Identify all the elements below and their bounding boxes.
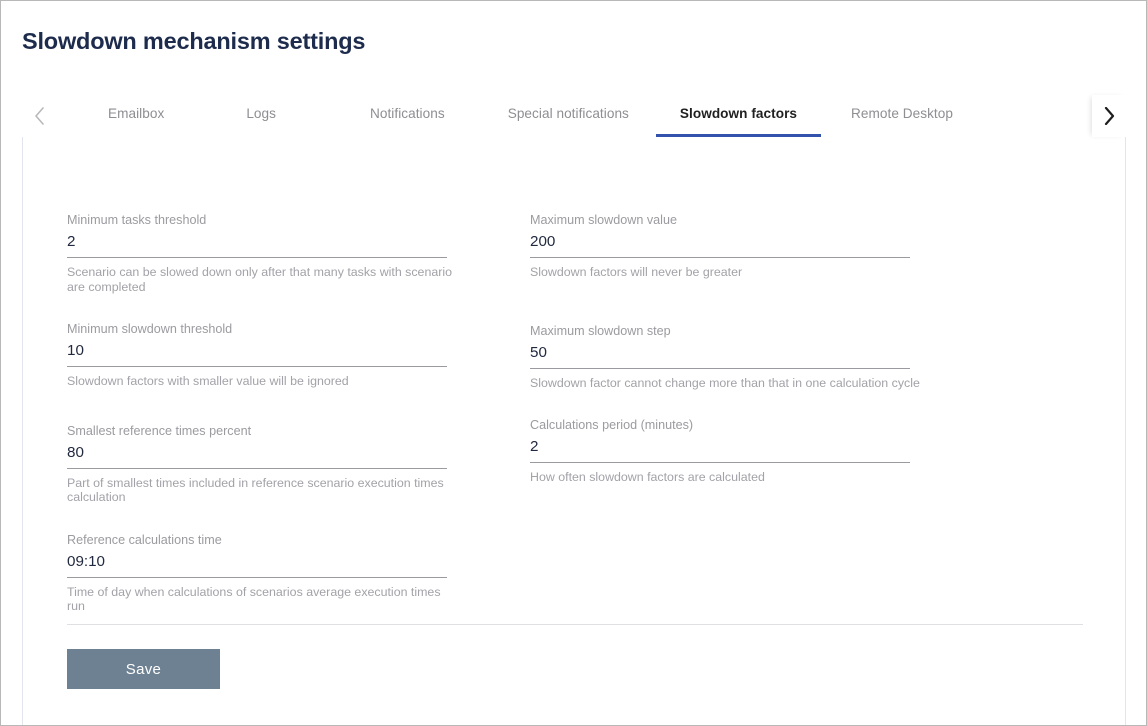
field-hint: Part of smallest times included in refer… (67, 475, 444, 505)
tab-logs[interactable]: Logs (188, 95, 334, 137)
minimum-tasks-threshold-input[interactable]: 2 (67, 231, 447, 258)
tab-notifications[interactable]: Notifications (334, 95, 481, 137)
form-column-left: Minimum tasks threshold 2 Scenario can b… (67, 212, 530, 614)
settings-card: Minimum tasks threshold 2 Scenario can b… (22, 137, 1126, 725)
maximum-slowdown-value-input[interactable]: 200 (530, 231, 910, 258)
field-maximum-slowdown-step: Maximum slowdown step 50 Slowdown factor… (530, 323, 993, 391)
field-label: Maximum slowdown value (530, 213, 677, 227)
settings-page: Slowdown mechanism settings Emailbox Log… (0, 0, 1147, 726)
tab-label: Special notifications (507, 106, 629, 121)
tabs-strip: Emailbox Logs Notifications Special noti… (56, 95, 1104, 137)
reference-calculations-time-input[interactable]: 09:10 (67, 551, 447, 578)
tab-special-notifications[interactable]: Special notifications (481, 95, 656, 137)
field-hint: Time of day when calculations of scenari… (67, 584, 441, 614)
tab-label: Emailbox (108, 106, 165, 121)
field-label: Calculations period (minutes) (530, 418, 694, 432)
chevron-right-icon[interactable] (1092, 95, 1126, 137)
field-maximum-slowdown-value: Maximum slowdown value 200 Slowdown fact… (530, 212, 993, 280)
tab-slowdown-factors[interactable]: Slowdown factors (655, 95, 822, 137)
tab-label: Logs (246, 106, 276, 121)
tab-label: Slowdown factors (679, 106, 798, 121)
tab-bar: Emailbox Logs Notifications Special noti… (22, 95, 1126, 137)
calculations-period-input[interactable]: 2 (530, 436, 910, 463)
save-button[interactable]: Save (67, 649, 220, 689)
field-reference-calculations-time: Reference calculations time 09:10 Time o… (67, 532, 530, 614)
minimum-slowdown-threshold-input[interactable]: 10 (67, 340, 447, 367)
field-label: Maximum slowdown step (530, 323, 671, 338)
field-hint: Slowdown factor cannot change more than … (530, 375, 920, 390)
field-hint: Slowdown factors with smaller value will… (67, 374, 349, 388)
form-column-right: Maximum slowdown value 200 Slowdown fact… (530, 212, 993, 614)
page-title: Slowdown mechanism settings (22, 28, 366, 54)
settings-form: Minimum tasks threshold 2 Scenario can b… (67, 212, 1085, 614)
field-hint: Scenario can be slowed down only after t… (67, 265, 452, 294)
field-hint: Slowdown factors will never be greater (530, 265, 743, 279)
field-label: Reference calculations time (67, 532, 222, 547)
tab-label: Notifications (370, 106, 445, 121)
field-minimum-tasks-threshold: Minimum tasks threshold 2 Scenario can b… (67, 212, 530, 294)
field-hint: How often slowdown factors are calculate… (530, 470, 765, 484)
field-label: Smallest reference times percent (67, 423, 252, 438)
chevron-left-icon[interactable] (22, 95, 56, 137)
tabs-viewport: Emailbox Logs Notifications Special noti… (56, 95, 1104, 137)
form-divider (67, 624, 1083, 625)
tab-emailbox[interactable]: Emailbox (84, 95, 188, 137)
field-calculations-period: Calculations period (minutes) 2 How ofte… (530, 417, 993, 485)
field-smallest-reference-times-percent: Smallest reference times percent 80 Part… (67, 423, 530, 505)
smallest-reference-times-percent-input[interactable]: 80 (67, 442, 447, 469)
field-minimum-slowdown-threshold: Minimum slowdown threshold 10 Slowdown f… (67, 321, 530, 389)
tab-label: Remote Desktop (851, 106, 953, 121)
maximum-slowdown-step-input[interactable]: 50 (530, 342, 910, 369)
tab-remote-desktop[interactable]: Remote Desktop (821, 95, 983, 137)
field-label: Minimum slowdown threshold (67, 322, 233, 336)
field-label: Minimum tasks threshold (67, 213, 207, 227)
